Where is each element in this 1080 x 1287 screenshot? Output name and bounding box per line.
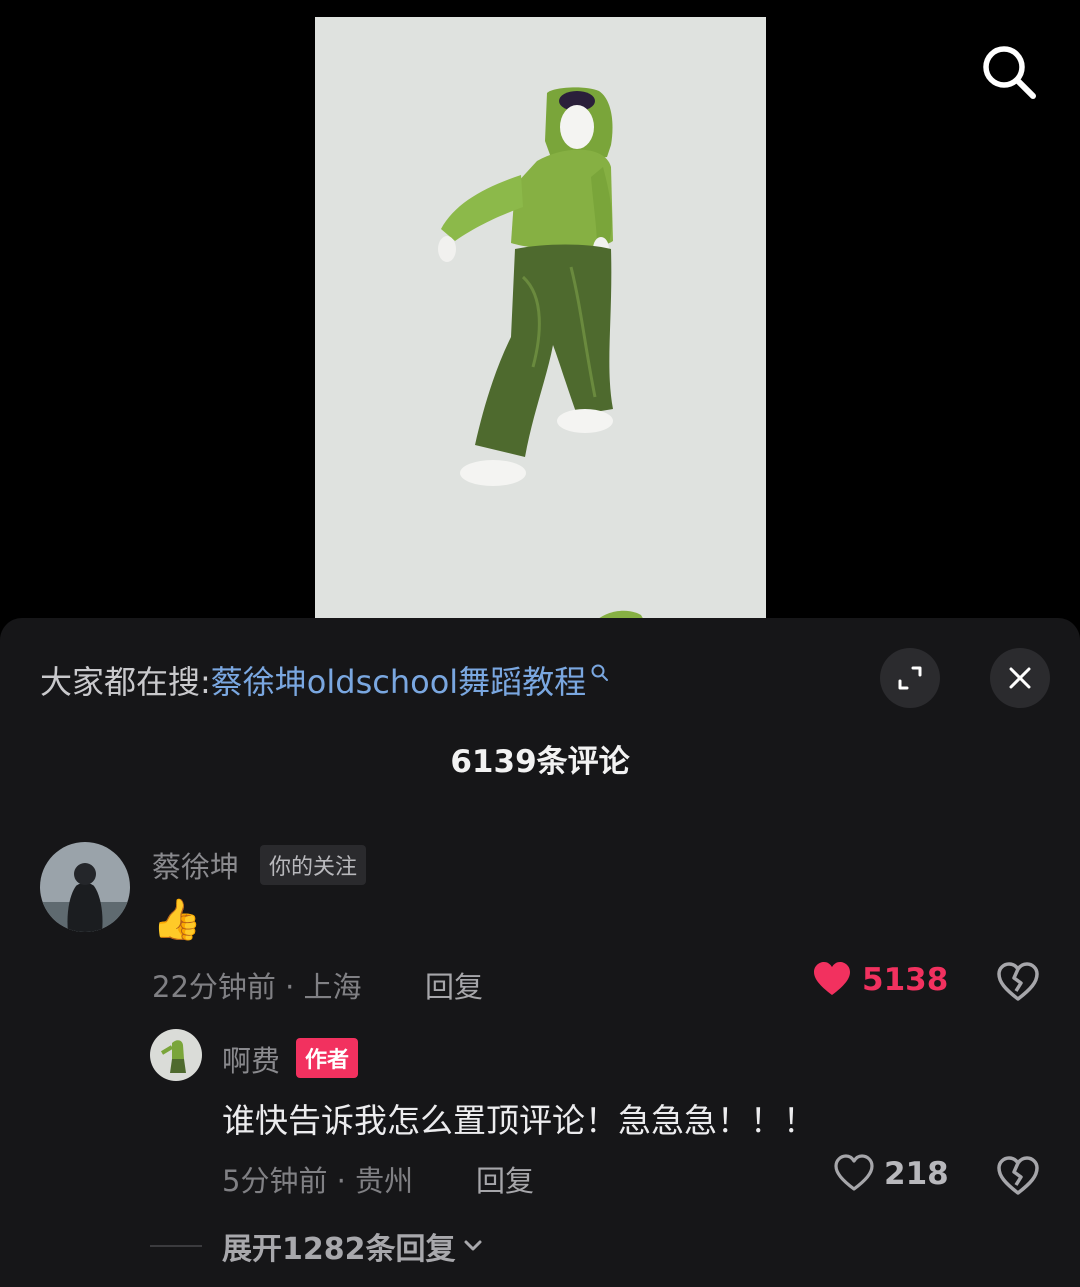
video-artwork — [315, 17, 766, 622]
heart-icon — [834, 1154, 874, 1191]
comment-count: 6139条评论 — [450, 744, 630, 780]
search-button[interactable] — [975, 38, 1041, 104]
search-suggestion-query[interactable]: 蔡徐坤oldschool舞蹈教程 — [211, 657, 586, 703]
broken-heart-icon — [997, 962, 1039, 1001]
comment-emoji: 👍 — [152, 897, 202, 943]
reply-dislike-button[interactable] — [996, 1154, 1040, 1198]
avatar-image — [40, 842, 130, 932]
divider — [150, 1245, 202, 1247]
comments-sheet: 大家都在搜: 蔡徐坤oldschool舞蹈教程 6139条评论 蔡徐坤 你的关注… — [0, 618, 1080, 1287]
reply-text: 谁快告诉我怎么置顶评论！急急急！！！ — [222, 1101, 816, 1140]
expand-replies-button[interactable]: 展开1282条回复 — [150, 1224, 486, 1268]
search-icon — [983, 46, 1036, 99]
follow-tag: 你的关注 — [260, 845, 367, 885]
expand-icon — [898, 666, 922, 690]
comment-author[interactable]: 蔡徐坤 — [152, 844, 239, 886]
close-button[interactable] — [990, 648, 1050, 708]
expand-button[interactable] — [880, 648, 940, 708]
reply-button[interactable]: 回复 — [425, 964, 483, 1006]
search-icon — [591, 664, 609, 681]
search-suggestion[interactable]: 大家都在搜: 蔡徐坤oldschool舞蹈教程 — [40, 656, 610, 704]
reply-like-count: 218 — [884, 1156, 949, 1192]
broken-heart-icon — [997, 1156, 1039, 1195]
reply-meta: 5分钟前 · 贵州 — [222, 1164, 414, 1198]
reply-like-button[interactable]: 218 — [834, 1154, 949, 1194]
heart-icon — [814, 962, 850, 995]
reply-button[interactable]: 回复 — [476, 1158, 534, 1200]
reply-avatar[interactable] — [150, 1029, 202, 1081]
close-icon — [1009, 667, 1031, 689]
reply-author[interactable]: 啊费 — [222, 1038, 280, 1080]
like-button[interactable]: 5138 — [812, 960, 948, 1000]
author-tag: 作者 — [296, 1038, 359, 1078]
chevron-down-icon — [464, 1240, 481, 1251]
like-count: 5138 — [862, 962, 949, 998]
expand-replies-label: 展开1282条回复 — [222, 1232, 456, 1267]
reply-avatar-image — [150, 1029, 202, 1081]
dislike-button[interactable] — [996, 960, 1040, 1004]
search-suggestion-prefix: 大家都在搜: — [40, 663, 211, 701]
video-frame[interactable] — [315, 17, 766, 622]
video-area[interactable] — [0, 0, 1080, 640]
avatar[interactable] — [40, 842, 130, 932]
comment-meta: 22分钟前 · 上海 — [152, 970, 362, 1004]
